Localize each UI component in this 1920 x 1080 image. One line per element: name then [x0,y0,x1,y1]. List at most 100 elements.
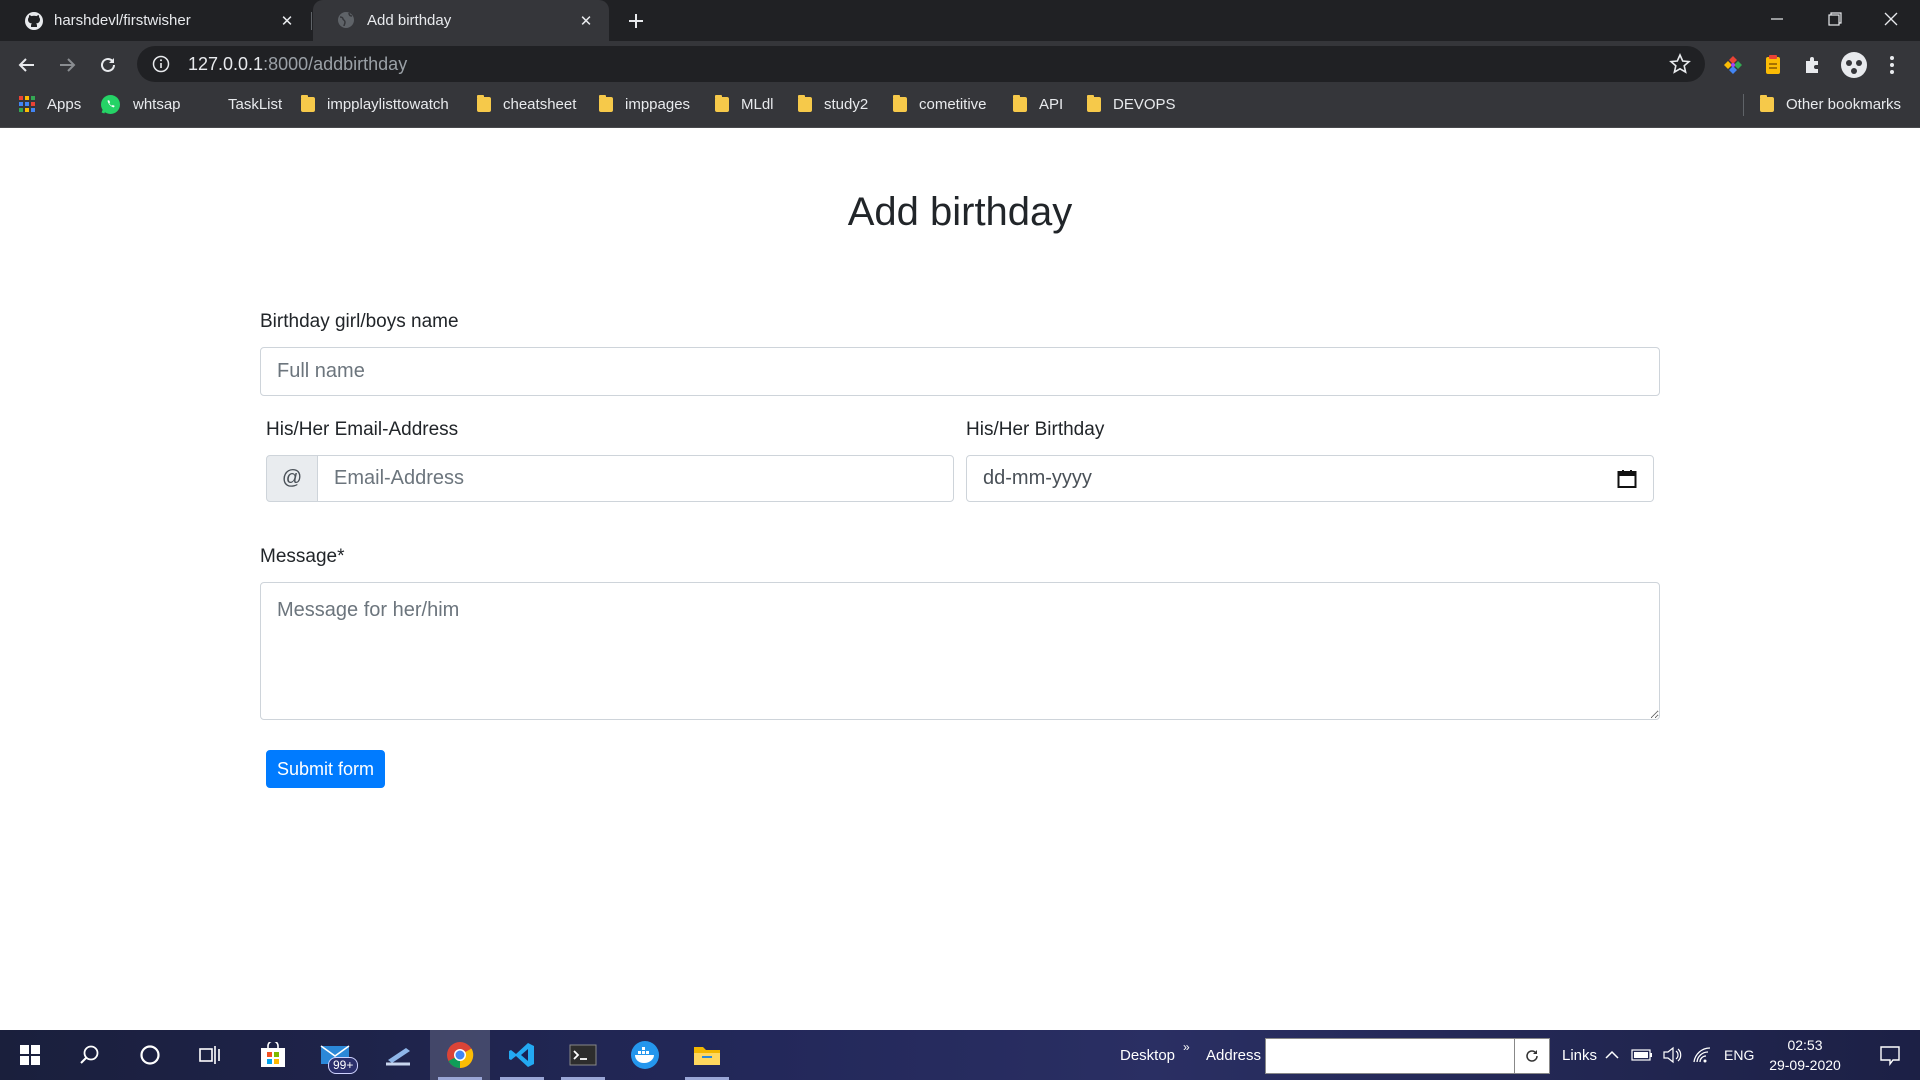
menu-kebab-icon[interactable] [1880,51,1904,79]
back-arrow-icon[interactable] [11,49,43,81]
desktop-toolbar-label[interactable]: Desktop [1120,1030,1175,1080]
profile-avatar-icon[interactable] [1839,50,1869,80]
address-url: 127.0.0.1:8000/addbirthday [188,54,407,75]
extensions-puzzle-icon[interactable] [1799,51,1827,79]
volume-icon[interactable] [1658,1030,1686,1080]
address-toolbar-label: Address [1206,1046,1262,1064]
bookmark-label: TaskList [228,95,283,113]
bookmark-tasklist[interactable]: TaskList [228,88,282,120]
globe-icon [337,11,357,31]
reload-icon[interactable] [92,49,124,81]
microsoft-store-icon[interactable] [243,1030,303,1080]
restore-icon[interactable] [1806,0,1864,38]
email-input[interactable] [317,455,954,502]
wifi-icon[interactable] [1688,1030,1716,1080]
birthday-date-input[interactable]: dd-mm-yyyy [966,455,1654,502]
bookmark-label: imppages [625,95,691,113]
url-host: 127.0.0.1 [188,53,264,74]
bookmark-label: cometitive [919,95,987,113]
notification-center-icon[interactable] [1860,1030,1920,1080]
cortana-icon[interactable] [120,1030,180,1080]
links-toolbar-label[interactable]: Links [1562,1030,1597,1080]
clock-date: 29-09-2020 [1769,1057,1841,1073]
bookmark-label: Other bookmarks [1786,95,1902,113]
message-label: Message* [260,546,345,567]
bookmark-folder-study2[interactable]: study2 [798,88,868,120]
url-path: :8000/addbirthday [263,53,408,74]
notes-extension-icon[interactable] [1759,51,1787,79]
tab-github[interactable]: harshdevl/firstwisher ✕ [0,0,310,41]
tab-add-birthday[interactable]: Add birthday ✕ [313,0,609,41]
new-tab-icon[interactable] [622,8,650,34]
site-info-icon[interactable] [148,55,174,73]
bookmark-folder-cometitive[interactable]: cometitive [893,88,987,120]
desktop-app-icon[interactable] [368,1030,428,1080]
github-icon [24,11,44,31]
battery-icon[interactable] [1628,1030,1656,1080]
task-view-icon[interactable] [180,1030,240,1080]
windows-taskbar: 99+ Desktop » Address Links ENG 02:53 29… [0,1030,1920,1080]
close-window-icon[interactable] [1862,0,1920,38]
bookmark-folder-imppages[interactable]: imppages [599,88,690,120]
chevron-up-icon[interactable] [1600,1030,1624,1080]
mail-badge: 99+ [328,1057,359,1074]
full-name-input[interactable] [260,347,1660,396]
forward-arrow-icon[interactable] [51,49,83,81]
bookmark-label: MLdl [741,95,774,113]
submit-form-button[interactable]: Submit form [266,750,385,788]
bookmark-star-icon[interactable] [1669,53,1691,75]
color-picker-extension-icon[interactable] [1719,51,1747,79]
windows-start-icon[interactable] [0,1030,60,1080]
folder-icon [599,94,613,112]
tab-title: harshdevl/firstwisher [54,12,191,29]
browser-toolbar: 127.0.0.1:8000/addbirthday [0,41,1920,88]
birthday-label: His/Her Birthday [966,419,1105,440]
close-tab-icon[interactable]: ✕ [276,10,298,32]
folder-icon [893,94,907,112]
calendar-icon[interactable] [1617,469,1637,489]
bookmark-folder-mldl[interactable]: MLdl [715,88,774,120]
apps-grid-icon [19,96,35,112]
chrome-taskbar-icon[interactable] [430,1030,490,1080]
terminal-icon[interactable] [553,1030,613,1080]
bookmark-folder-impplaylisttowatch[interactable]: impplaylisttowatch [301,88,449,120]
system-clock[interactable]: 02:53 29-09-2020 [1755,1035,1855,1075]
bookmark-folder-devops[interactable]: DEVOPS [1087,88,1176,120]
taskbar-address-input[interactable] [1265,1038,1547,1074]
vscode-icon[interactable] [492,1030,552,1080]
date-placeholder: dd-mm-yyyy [983,467,1092,489]
search-icon[interactable] [60,1030,120,1080]
bookmark-label: cheatsheet [503,95,577,113]
whatsapp-icon [100,94,121,115]
bookmark-folder-api[interactable]: API [1013,88,1063,120]
folder-icon [301,94,315,112]
address-bar[interactable]: 127.0.0.1:8000/addbirthday [137,46,1705,82]
folder-icon [477,94,491,112]
bookmark-label: API [1039,95,1064,113]
message-textarea[interactable] [260,582,1660,720]
bookmark-label: impplaylisttowatch [327,95,449,113]
bookmark-whtsap[interactable]: whtsap [100,88,181,120]
bookmark-folder-cheatsheet[interactable]: cheatsheet [477,88,576,120]
bookmark-label: study2 [824,95,869,113]
bookmark-apps[interactable]: Apps [19,88,81,120]
name-label: Birthday girl/boys name [260,311,459,332]
browser-tab-strip: harshdevl/firstwisher ✕ Add birthday ✕ [0,0,1920,41]
chevron-right-icon[interactable]: » [1183,1022,1190,1072]
docker-icon[interactable] [615,1030,675,1080]
file-explorer-icon[interactable] [677,1030,737,1080]
language-indicator[interactable]: ENG [1724,1030,1754,1080]
bookmark-label: whtsap [133,95,181,113]
clock-time: 02:53 [1787,1037,1823,1053]
email-at-prefix: @ [266,455,318,502]
folder-icon [1013,94,1027,112]
bookmark-label: DEVOPS [1113,95,1176,113]
refresh-icon[interactable] [1514,1038,1550,1074]
minimize-icon[interactable] [1748,0,1806,38]
bookmark-other-bookmarks[interactable]: Other bookmarks [1760,88,1901,120]
bookmarks-bar: Apps whtsap TaskList impplaylisttowatch … [0,88,1920,128]
folder-icon [798,94,812,112]
folder-icon [1760,94,1774,112]
tab-title: Add birthday [367,12,452,29]
close-tab-icon[interactable]: ✕ [575,10,597,32]
